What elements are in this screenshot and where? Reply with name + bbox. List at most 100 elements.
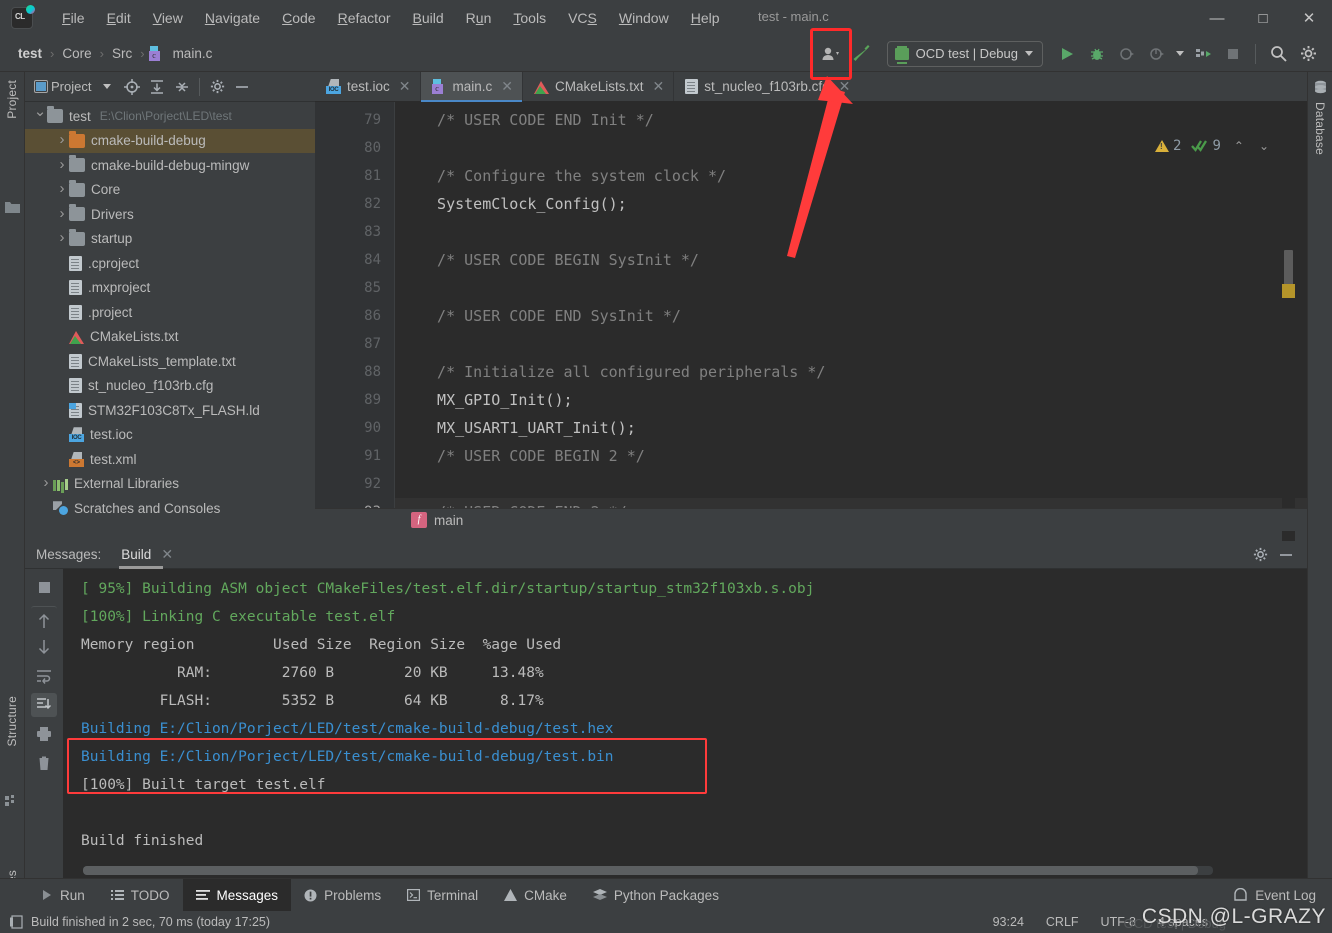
chevron-right-icon[interactable] — [55, 131, 69, 148]
scroll-from-source-button[interactable] — [121, 76, 143, 98]
tree-row-cmakelists[interactable]: CMakeLists.txt — [25, 325, 315, 350]
indent-setting[interactable]: 4 spaces — [1158, 915, 1208, 929]
tree-row-cmake-build-debug-mingw[interactable]: cmake-build-debug-mingw — [25, 153, 315, 178]
project-tree[interactable]: test E:\Clion\Porject\LED\test cmake-bui… — [25, 102, 315, 531]
tree-row-drivers[interactable]: Drivers — [25, 202, 315, 227]
stop-button[interactable] — [1219, 41, 1247, 67]
tab-close-icon[interactable]: ✕ — [399, 78, 411, 95]
tree-row-stm32-flash-ld[interactable]: STM32F103C8Tx_FLASH.ld — [25, 398, 315, 423]
tree-row-project[interactable]: .project — [25, 300, 315, 325]
run-configuration-selector[interactable]: OCD test | Debug — [886, 40, 1043, 67]
bottom-tab-todo[interactable]: TODO — [98, 879, 183, 911]
project-view-dropdown-button[interactable] — [96, 76, 118, 98]
chevron-down-icon[interactable] — [33, 106, 47, 124]
tab-test-ioc[interactable]: test.ioc ✕ — [315, 72, 421, 101]
bottom-tab-cmake[interactable]: CMake — [491, 879, 580, 911]
console-horizontal-scrollbar[interactable] — [83, 866, 1213, 875]
previous-highlight-button[interactable]: ⌃ — [1232, 139, 1246, 153]
sidebar-item-structure[interactable]: Structure — [5, 696, 19, 747]
sidebar-item-database[interactable]: Database — [1313, 102, 1327, 155]
scroll-to-end-button[interactable] — [31, 693, 57, 717]
event-log-button[interactable]: Event Log — [1233, 879, 1332, 911]
run-button[interactable] — [1053, 41, 1081, 67]
menu-refactor[interactable]: Refactor — [327, 6, 402, 30]
hide-messages-panel-button[interactable] — [1275, 544, 1297, 566]
tree-row-external-libraries[interactable]: External Libraries — [25, 472, 315, 497]
tab-build[interactable]: Build ✕ — [119, 541, 177, 569]
clear-all-button[interactable] — [31, 751, 57, 775]
menu-help[interactable]: Help — [680, 6, 731, 30]
debug-button[interactable] — [1083, 41, 1111, 67]
tree-row-cmake-build-debug[interactable]: cmake-build-debug — [25, 128, 315, 153]
tree-row-mxproject[interactable]: .mxproject — [25, 276, 315, 301]
console-line-highlighted[interactable]: Building E:/Clion/Porject/LED/test/cmake… — [81, 715, 1307, 743]
menu-run[interactable]: Run — [455, 6, 503, 30]
hide-panel-button[interactable] — [231, 76, 253, 98]
build-project-button[interactable] — [847, 40, 877, 68]
scrollbar-thumb[interactable] — [83, 866, 1198, 875]
inspection-widget[interactable]: 2 9 ⌃ ⌄ — [1155, 138, 1271, 154]
tree-row-st-nucleo-cfg[interactable]: st_nucleo_f103rb.cfg — [25, 374, 315, 399]
previous-problem-button[interactable] — [31, 606, 57, 630]
soft-wrap-button[interactable] — [31, 664, 57, 688]
chevron-right-icon[interactable] — [55, 156, 69, 173]
messages-settings-gear-icon[interactable] — [1249, 544, 1271, 566]
menu-vcs[interactable]: VCS — [557, 6, 608, 30]
menu-tools[interactable]: Tools — [502, 6, 557, 30]
project-settings-gear-icon[interactable] — [206, 76, 228, 98]
warning-marker[interactable] — [1282, 284, 1295, 298]
tree-row-cproject[interactable]: .cproject — [25, 251, 315, 276]
coverage-dropdown-icon[interactable] — [1173, 41, 1187, 67]
next-problem-button[interactable] — [31, 635, 57, 659]
console-line-highlighted[interactable]: Building E:/Clion/Porject/LED/test/cmake… — [81, 743, 1307, 771]
bottom-tab-python-packages[interactable]: Python Packages — [580, 879, 732, 911]
tab-cmakelists[interactable]: CMakeLists.txt ✕ — [523, 72, 675, 101]
collapse-all-button[interactable] — [171, 76, 193, 98]
tab-close-icon[interactable]: ✕ — [839, 78, 851, 95]
minimize-button[interactable]: — — [1194, 0, 1240, 36]
chevron-right-icon[interactable] — [55, 180, 69, 197]
menu-file[interactable]: FFileile — [51, 6, 96, 30]
search-everywhere-icon[interactable] — [1264, 41, 1292, 67]
menu-view[interactable]: View — [142, 6, 194, 30]
tree-row-root[interactable]: test E:\Clion\Porject\LED\test — [25, 104, 315, 129]
tree-row-scratches[interactable]: Scratches and Consoles — [25, 496, 315, 521]
tab-close-icon[interactable]: ✕ — [653, 78, 665, 95]
tree-row-cmakelists-template[interactable]: CMakeLists_template.txt — [25, 349, 315, 374]
breadcrumb-src[interactable]: Src — [108, 44, 136, 63]
breadcrumb-core[interactable]: Core — [58, 44, 95, 63]
code-text[interactable]: /* USER CODE END Init */ /* Configure th… — [395, 102, 1307, 531]
attach-to-process-button[interactable] — [1189, 41, 1217, 67]
tree-row-test-ioc[interactable]: test.ioc — [25, 423, 315, 448]
bottom-tab-messages[interactable]: Messages — [182, 879, 292, 911]
breadcrumb-test[interactable]: test — [14, 44, 46, 63]
menu-navigate[interactable]: Navigate — [194, 6, 271, 30]
bottom-tab-run[interactable]: Run — [28, 879, 98, 911]
sidebar-item-project[interactable]: Project — [5, 80, 19, 119]
menu-build[interactable]: Build — [402, 6, 455, 30]
tab-close-icon[interactable]: ✕ — [501, 78, 513, 95]
close-button[interactable]: ✕ — [1286, 0, 1332, 36]
next-highlight-button[interactable]: ⌄ — [1257, 139, 1271, 153]
settings-gear-icon[interactable] — [1294, 41, 1322, 67]
bottom-tab-terminal[interactable]: Terminal — [394, 879, 491, 911]
line-separator[interactable]: CRLF — [1046, 915, 1079, 929]
build-output-console[interactable]: [ 95%] Building ASM object CMakeFiles/te… — [63, 569, 1307, 878]
chevron-right-icon[interactable] — [55, 205, 69, 222]
tree-row-startup[interactable]: startup — [25, 227, 315, 252]
chevron-right-icon[interactable] — [39, 474, 53, 491]
bottom-tab-problems[interactable]: Problems — [291, 879, 394, 911]
menu-edit[interactable]: Edit — [96, 6, 142, 30]
stop-build-button[interactable] — [31, 575, 57, 599]
chevron-right-icon[interactable] — [55, 229, 69, 246]
maximize-button[interactable]: □ — [1240, 0, 1286, 36]
tab-main-c[interactable]: main.c ✕ — [420, 72, 524, 102]
tree-row-core[interactable]: Core — [25, 178, 315, 203]
tree-row-test-xml[interactable]: test.xml — [25, 447, 315, 472]
editor-scrollbar[interactable] — [1282, 132, 1295, 561]
code-editor[interactable]: 79 80 81 82 83 84 85 86 87 88 89 90 91 9… — [315, 102, 1307, 561]
menu-code[interactable]: Code — [271, 6, 326, 30]
caret-position[interactable]: 93:24 — [993, 915, 1024, 929]
user-account-icon[interactable] — [817, 41, 845, 67]
expand-all-button[interactable] — [146, 76, 168, 98]
